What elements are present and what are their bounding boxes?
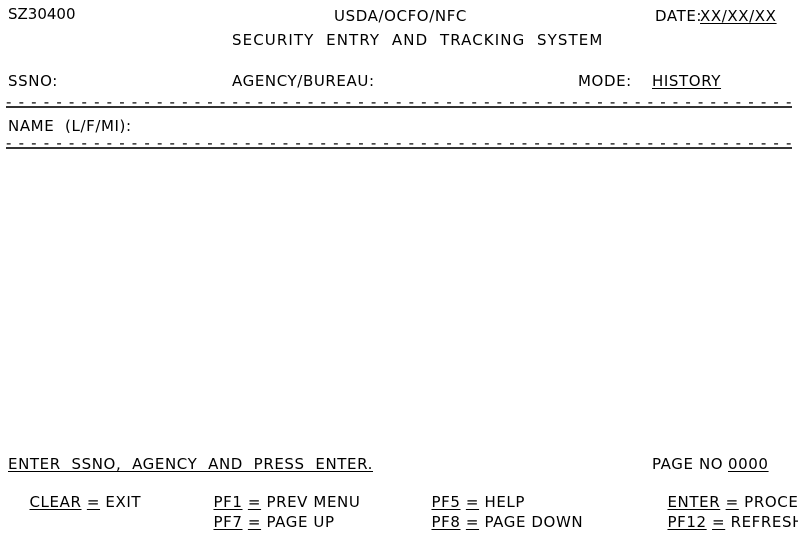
separator-underline <box>6 147 792 149</box>
command-action: PAGE DOWN <box>484 513 584 531</box>
name-label: NAME (L/F/MI): <box>8 117 132 135</box>
command-equals: = <box>86 493 101 511</box>
separator-rule-2: - - - - - - - - - - - - - - - - - - - - … <box>6 138 792 150</box>
command-key: PF8 <box>431 513 461 531</box>
command-key: PF12 <box>667 513 707 531</box>
command-pf7[interactable]: PF7 = PAGE UP <box>192 494 335 551</box>
command-clear[interactable]: CLEAR = EXIT <box>8 474 141 531</box>
instruction-line: ENTER SSNO, AGENCY AND PRESS ENTER. <box>8 455 373 473</box>
command-pf12[interactable]: PF12 = REFRESH <box>646 494 798 551</box>
program-id: SZ30400 <box>8 5 76 23</box>
separator-underline <box>6 106 792 108</box>
command-equals: = <box>712 513 726 531</box>
page-no-label: PAGE NO <box>652 455 724 473</box>
agency-bureau-label: AGENCY/BUREAU: <box>232 72 375 90</box>
command-key: PF7 <box>213 513 243 531</box>
command-pf8[interactable]: PF8 = PAGE DOWN <box>410 494 583 551</box>
separator-rule-1: - - - - - - - - - - - - - - - - - - - - … <box>6 97 792 109</box>
command-equals: = <box>465 513 480 531</box>
mode-label: MODE: <box>578 72 632 90</box>
mode-value[interactable]: HISTORY <box>652 72 721 90</box>
system-title: SECURITY ENTRY AND TRACKING SYSTEM <box>232 31 604 49</box>
terminal-screen: SZ30400 USDA/OCFO/NFC DATE: XX/XX/XX SEC… <box>0 0 798 531</box>
command-action: PAGE UP <box>266 513 335 531</box>
data-display-area <box>0 158 798 444</box>
command-action: REFRESH <box>730 513 798 531</box>
command-action: EXIT <box>105 493 142 511</box>
command-key: CLEAR <box>29 493 82 511</box>
page-no-value: 0000 <box>728 455 769 473</box>
date-value: XX/XX/XX <box>700 7 777 25</box>
command-equals: = <box>247 513 262 531</box>
agency-header-line: USDA/OCFO/NFC <box>334 7 467 25</box>
ssno-label: SSNO: <box>8 72 58 90</box>
date-label: DATE: <box>655 7 703 25</box>
